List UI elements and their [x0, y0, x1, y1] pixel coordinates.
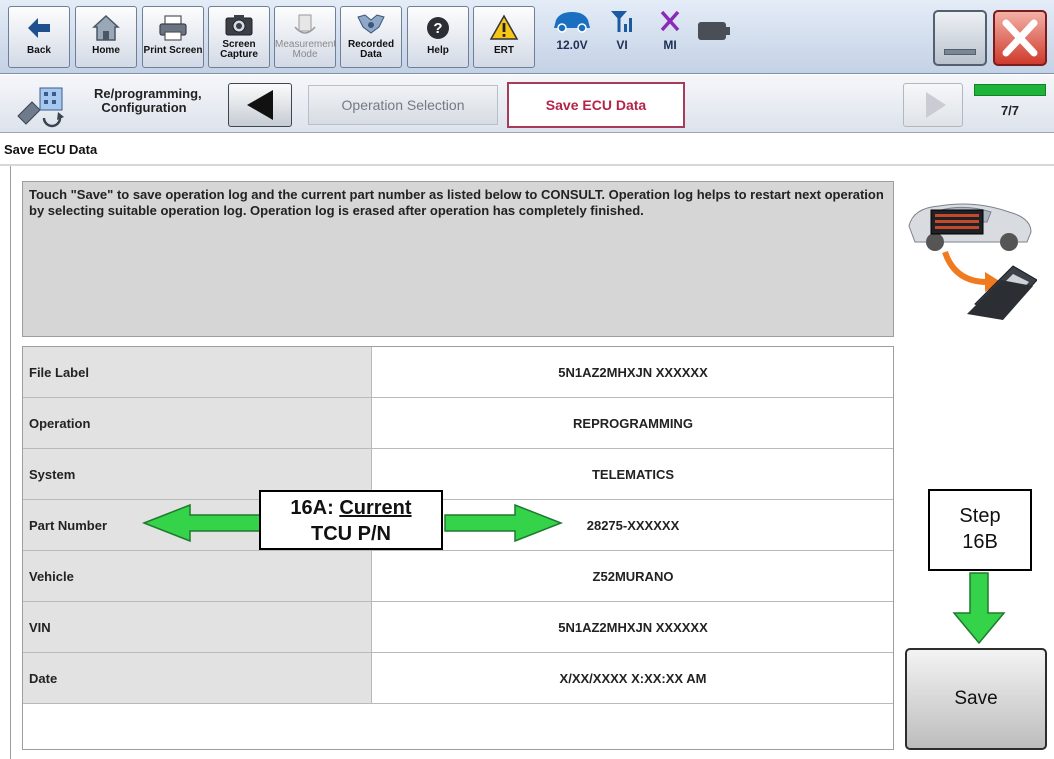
next-step-button[interactable] — [903, 83, 963, 127]
home-label: Home — [92, 45, 120, 56]
print-screen-label: Print Screen — [143, 45, 203, 56]
device-battery-icon — [698, 22, 730, 40]
home-button[interactable]: Home — [75, 6, 137, 68]
table-row: Vehicle Z52MURANO — [23, 551, 893, 602]
row-value-operation: REPROGRAMMING — [573, 415, 693, 431]
ert-label: ERT — [494, 45, 514, 56]
step-operation-selection: Operation Selection — [308, 85, 498, 125]
close-button[interactable] — [993, 10, 1047, 66]
previous-step-button[interactable] — [228, 83, 292, 127]
back-button[interactable]: Back — [8, 6, 70, 68]
row-label-vehicle: Vehicle — [23, 551, 372, 601]
callout-16a-underlined: Current — [339, 497, 412, 519]
row-label-vin: VIN — [23, 602, 372, 652]
table-row: Operation REPROGRAMMING — [23, 398, 893, 449]
instruction-text: Touch "Save" to save operation log and t… — [22, 181, 894, 337]
mi-status: MI — [645, 8, 695, 68]
car-to-laptop-illustration — [908, 203, 1037, 320]
row-value-vehicle: Z52MURANO — [592, 568, 674, 584]
row-label-operation: Operation — [23, 398, 372, 448]
close-icon — [1002, 19, 1038, 57]
row-label-empty — [23, 704, 372, 749]
printer-icon — [159, 15, 187, 41]
ecu-data-table: File Label 5N1AZ2MHXJN XXXXXX Operation … — [22, 346, 894, 750]
title-row: Save ECU Data — [0, 134, 1054, 166]
car-icon — [554, 12, 590, 33]
progress-bar — [974, 84, 1046, 96]
measurement-label-2: Mode — [292, 49, 318, 60]
row-label-date: Date — [23, 653, 372, 703]
table-row: Date X/XX/XXXX X:XX:XX AM — [23, 653, 893, 704]
row-value-file-label: 5N1AZ2MHXJN XXXXXX — [558, 364, 708, 380]
cross-icon — [660, 10, 680, 32]
row-value-vin: 5N1AZ2MHXJN XXXXXX — [558, 619, 708, 635]
row-value-system: TELEMATICS — [591, 466, 675, 482]
table-row: System TELEMATICS — [23, 449, 893, 500]
step-operation-selection-label: Operation Selection — [341, 97, 465, 113]
callout-step-16b: Step 16B — [928, 489, 1032, 571]
save-button[interactable]: Save — [905, 648, 1047, 750]
back-label: Back — [27, 45, 51, 56]
row-value-empty — [373, 704, 893, 749]
recorded-data-icon — [357, 14, 385, 34]
callout-16a-prefix: 16A: — [290, 497, 340, 519]
ert-button[interactable]: ERT — [473, 6, 535, 68]
measurement-mode-button[interactable]: Measurement Mode — [274, 6, 336, 68]
recorded-data-label-2: Data — [360, 49, 382, 60]
row-label-file-label: File Label — [23, 347, 372, 397]
arrow-left-icon — [141, 503, 261, 543]
step-save-ecu-data-label: Save ECU Data — [545, 97, 647, 113]
battery-voltage: 12.0V — [556, 38, 588, 52]
reprogramming-icon — [17, 87, 64, 128]
callout-16a-line-2: TCU P/N — [311, 523, 391, 545]
triangle-right-icon — [926, 92, 946, 118]
page-title: Save ECU Data — [4, 142, 98, 157]
screen-capture-button[interactable]: Screen Capture — [208, 6, 270, 68]
measurement-icon — [294, 14, 316, 34]
row-value-date: X/XX/XXXX X:XX:XX AM — [559, 670, 707, 686]
recorded-data-button[interactable]: Recorded Data — [340, 6, 402, 68]
print-screen-button[interactable]: Print Screen — [142, 6, 204, 68]
warning-icon — [489, 14, 519, 40]
table-row: VIN 5N1AZ2MHXJN XXXXXX — [23, 602, 893, 653]
vi-label: VI — [616, 38, 628, 52]
screen-capture-label-2: Capture — [220, 49, 258, 60]
mi-label: MI — [663, 38, 677, 52]
consult-app: Back Home Print Screen Screen Capture Me… — [0, 0, 1054, 759]
breadcrumb-line-2: Configuration — [101, 100, 187, 115]
callout-current-tcu-pn: 16A: Current TCU P/N — [259, 490, 443, 550]
arrow-right-icon — [444, 503, 564, 543]
arrow-down-icon — [952, 572, 1006, 645]
progress-count: 7/7 — [1000, 103, 1020, 118]
table-row: File Label 5N1AZ2MHXJN XXXXXX — [23, 347, 893, 398]
help-label: Help — [427, 45, 449, 56]
triangle-left-icon — [247, 90, 273, 120]
minimize-button[interactable] — [933, 10, 987, 66]
table-row — [23, 704, 893, 749]
camera-icon — [225, 15, 253, 36]
help-icon: ? — [427, 17, 449, 39]
navigation-bar: Re/programming, Configuration Operation … — [0, 75, 1054, 133]
back-arrow-icon — [28, 18, 50, 38]
top-toolbar: Back Home Print Screen Screen Capture Me… — [0, 0, 1054, 74]
battery-status: 12.0V — [547, 8, 597, 68]
callout-16b-line-1: Step — [959, 505, 1001, 527]
breadcrumb: Re/programming, Configuration — [94, 87, 202, 115]
help-button[interactable]: ? Help — [407, 6, 469, 68]
signal-icon — [611, 11, 632, 32]
home-icon — [92, 14, 120, 41]
svg-text:?: ? — [433, 20, 442, 37]
callout-16b-line-2: 16B — [962, 531, 998, 553]
step-save-ecu-data: Save ECU Data — [507, 82, 685, 128]
breadcrumb-line-1: Re/programming, — [94, 86, 202, 101]
vi-status: VI — [597, 8, 647, 68]
